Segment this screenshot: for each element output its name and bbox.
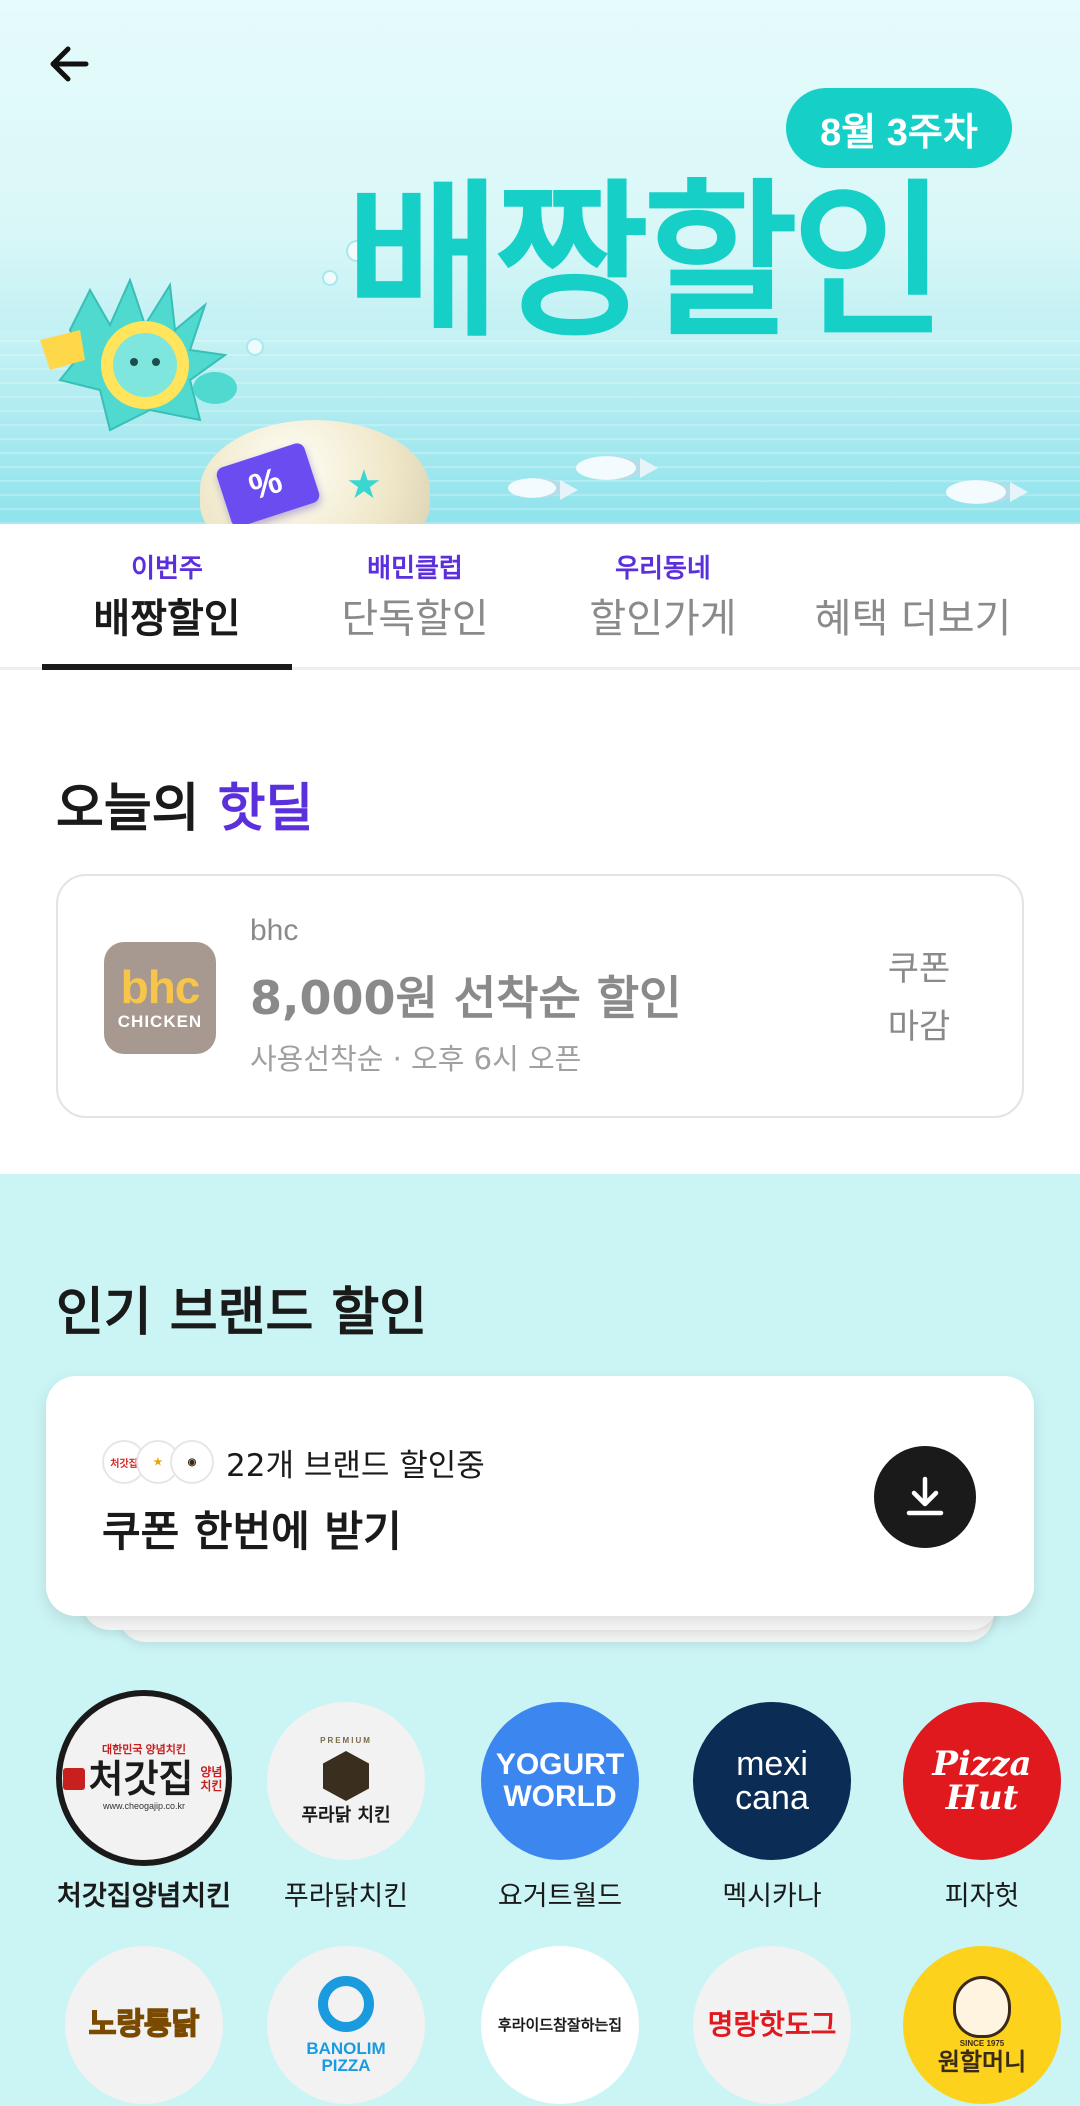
logo-subtext: CHICKEN	[117, 1012, 203, 1031]
hot-deal-card[interactable]: bhc CHICKEN bhc 8,000원 선착순 할인 사용선착순 · 오후…	[56, 874, 1024, 1118]
fish-icon	[946, 480, 1028, 504]
tab-label: 단독할인	[341, 596, 489, 642]
status-line: 마감	[887, 1007, 951, 1047]
brand-logo-pizzahut: Pizza Hut	[903, 1702, 1061, 1860]
logo-subtext: PIZZA	[321, 2056, 371, 2075]
chicken-icon	[62, 1768, 85, 1790]
brand-logo-yogurtworld: YOGURT WORLD	[481, 1702, 639, 1860]
brand-name: 푸라닭치킨	[283, 1881, 409, 1912]
brand-logo-mexicana: mexi cana	[693, 1702, 851, 1860]
brand-name: 요거트월드	[497, 1881, 623, 1912]
discount-brand-count: 22개 브랜드 할인중	[226, 1448, 485, 1484]
popular-brands-title: 인기 브랜드 할인	[56, 1283, 428, 1343]
logo-text: bhc	[120, 961, 201, 1013]
tab-exclusive-discount[interactable]: 배민클럽 단독할인	[290, 548, 540, 644]
puradak-emblem-icon	[323, 1751, 369, 1801]
download-coupons-button[interactable]	[874, 1446, 976, 1548]
logo-text: BANOLIM	[306, 2039, 386, 2058]
logo-text: 명랑핫도그	[707, 2008, 837, 2041]
brand-logo-myungrang-hotdog: 명랑핫도그	[693, 1946, 851, 2104]
back-button[interactable]	[40, 34, 100, 94]
tab-label: 배짱할인	[93, 596, 241, 642]
bulk-coupon-card[interactable]: 처갓집 ★ ◉ 22개 브랜드 할인중 쿠폰 한번에 받기	[46, 1376, 1034, 1616]
brand-logo-fried-chicken-house: 후라이드참잘하는집	[481, 1946, 639, 2104]
brand-logo-puradak: PREMIUM 푸라닭 치킨	[267, 1702, 425, 1860]
tab-bar: 이번주 배짱할인 배민클럽 단독할인 우리동네 할인가게 혜택 더보기	[0, 524, 1080, 670]
brand-logo-wonhalmeoni: SINCE 1975 원할머니	[903, 1946, 1061, 2104]
logo-subtext: Hut	[945, 1778, 1019, 1818]
logo-url: www.cheogajip.co.kr	[102, 1801, 186, 1811]
brand-name: 처갓집양념치킨	[57, 1881, 231, 1912]
brand-logo-cheogajip: 대한민국 양념치킨 처갓집 양념치킨 www.cheogajip.co.kr	[56, 1690, 232, 1866]
tab-this-week-discount[interactable]: 이번주 배짱할인	[42, 548, 292, 644]
logo-text: 푸라닭 치킨	[301, 1805, 391, 1826]
week-badge: 8월 3주차	[786, 88, 1012, 168]
logo-text: 노랑통닭	[88, 2007, 200, 2042]
arrow-left-icon	[50, 46, 89, 82]
tab-sublabel: 배민클럽	[367, 553, 463, 583]
hot-deal-title-prefix: 오늘의	[56, 779, 200, 839]
logo-text: 후라이드참잘하는집	[497, 2015, 623, 2034]
banolim-ring-icon	[318, 1976, 374, 2032]
deal-brand-name: bhc	[250, 914, 299, 947]
get-all-coupons-label: 쿠폰 한번에 받기	[102, 1507, 402, 1556]
tab-sublabel: 이번주	[131, 553, 203, 583]
tab-local-stores[interactable]: 우리동네 할인가게	[538, 548, 788, 644]
mascot-character	[40, 277, 237, 432]
logo-tagline: 대한민국 양념치킨	[101, 1744, 186, 1756]
hot-deal-title-accent: 핫딜	[217, 779, 314, 839]
fish-icon	[508, 478, 578, 500]
logo-subtext: 양념치킨	[200, 1764, 223, 1793]
brand-logo-banolim: BANOLIM PIZZA	[267, 1946, 425, 2104]
logo-text: Pizza	[932, 1744, 1032, 1784]
brand-item-banolim[interactable]: BANOLIM PIZZA	[246, 1946, 446, 2104]
deal-subtext: 사용선착순 · 오후 6시 오픈	[250, 1042, 582, 1076]
brand-name: 피자헛	[944, 1881, 1020, 1912]
brand-name: 멕시카나	[722, 1881, 822, 1912]
bubble-decoration	[322, 270, 338, 286]
brand-item-mexicana[interactable]: mexi cana 멕시카나	[672, 1702, 872, 1913]
hot-deal-title: 오늘의 핫딜	[56, 766, 313, 841]
brand-logo-norangtongdak: 노랑통닭	[65, 1946, 223, 2104]
brand-item-norangtongdak[interactable]: 노랑통닭	[44, 1946, 244, 2104]
brand-item-fried-chicken-house[interactable]: 후라이드참잘하는집	[460, 1946, 660, 2104]
logo-text: 원할머니	[937, 2048, 1027, 2076]
starfish-icon: ★	[346, 462, 382, 508]
tab-sublabel: 우리동네	[615, 553, 711, 583]
logo-subtext: SINCE 1975	[959, 2039, 1005, 2048]
tab-label: 혜택 더보기	[814, 596, 1012, 642]
hero-banner: ★ 8월 3주차 배짱할인	[0, 0, 1080, 524]
logo-subtext: WORLD	[503, 1780, 617, 1813]
grandmother-face-icon	[953, 1976, 1011, 2038]
deal-headline: 8,000원 선착순 할인	[250, 971, 682, 1025]
brand-mini-logo: ◉	[170, 1440, 214, 1484]
tab-label: 할인가게	[589, 596, 737, 642]
coupon-closed-status: 쿠폰 마감	[874, 940, 964, 1056]
banner-title: 배짱할인	[346, 164, 946, 360]
tab-more-benefits[interactable]: 혜택 더보기	[788, 548, 1038, 644]
bhc-logo: bhc CHICKEN	[104, 942, 216, 1054]
brand-item-cheogajip[interactable]: 대한민국 양념치킨 처갓집 양념치킨 www.cheogajip.co.kr 처…	[44, 1690, 244, 1913]
fish-icon	[576, 456, 658, 480]
brand-item-puradak[interactable]: PREMIUM 푸라닭 치킨 푸라닭치킨	[246, 1702, 446, 1913]
status-line: 쿠폰	[887, 949, 951, 989]
download-icon	[906, 1476, 944, 1516]
brand-item-pizzahut[interactable]: Pizza Hut 피자헛	[882, 1702, 1080, 1913]
brand-item-myungrang-hotdog[interactable]: 명랑핫도그	[672, 1946, 872, 2104]
brand-item-wonhalmeoni[interactable]: SINCE 1975 원할머니	[882, 1946, 1080, 2104]
active-tab-indicator	[42, 664, 292, 670]
logo-text: 처갓집	[88, 1756, 194, 1801]
tab-sublabel	[788, 548, 1038, 580]
logo-subtext: cana	[735, 1779, 809, 1817]
logo-tagline: PREMIUM	[320, 1736, 372, 1745]
logo-text: mexi	[736, 1745, 808, 1783]
brand-logo-stack: 처갓집 ★ ◉	[102, 1440, 214, 1484]
brand-item-yogurtworld[interactable]: YOGURT WORLD 요거트월드	[460, 1702, 660, 1913]
logo-text: YOGURT	[495, 1748, 625, 1781]
